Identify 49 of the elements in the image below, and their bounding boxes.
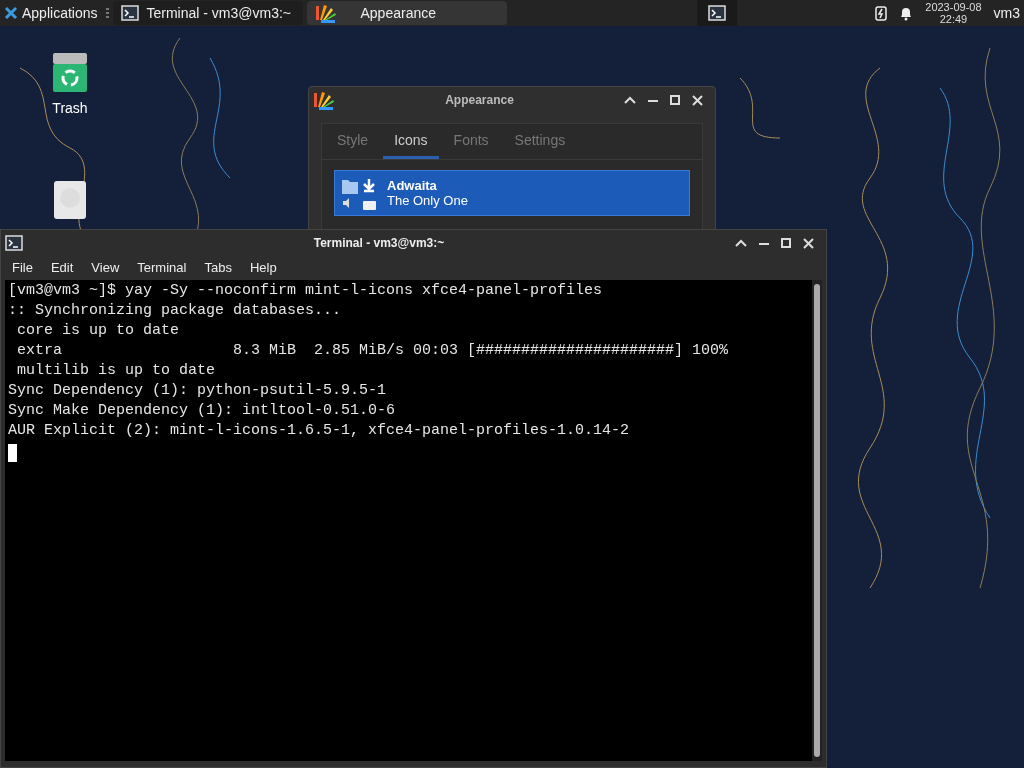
terminal-line: Sync Make Dependency (1): intltool-0.51.0-6 bbox=[8, 401, 396, 421]
taskbar-button[interactable]: Appearance bbox=[306, 1, 507, 25]
theme-name: Adwaita bbox=[387, 178, 438, 193]
menu-item[interactable]: Help bbox=[240, 258, 286, 278]
icon-theme-item[interactable]: Adwaita The Only One bbox=[334, 170, 690, 216]
scrollbar[interactable] bbox=[812, 280, 822, 761]
terminal-line: core is up to date bbox=[16, 321, 180, 341]
roll-up-icon[interactable] bbox=[735, 239, 747, 247]
terminal-line: :: Synchronizing package databases... bbox=[8, 301, 342, 321]
taskbar-button[interactable]: Terminal - vm3@vm3:~ bbox=[112, 1, 303, 25]
xfce-logo-icon bbox=[4, 6, 18, 20]
close-icon[interactable] bbox=[692, 94, 703, 106]
terminal-icon bbox=[120, 5, 139, 21]
palette-icon bbox=[314, 2, 337, 24]
window-title: Terminal - vm3@vm3:~ bbox=[312, 235, 446, 251]
terminal-line: extra 8.3 MiB 2.85 MiB/s 00:03 [######################] 100% bbox=[16, 341, 729, 361]
roll-up-icon[interactable] bbox=[624, 96, 636, 104]
battery-charging-icon[interactable] bbox=[875, 5, 888, 21]
terminal-icon bbox=[5, 235, 23, 251]
terminal-line: Sync Dependency (1): python-psutil-5.9.5-1 bbox=[8, 381, 387, 401]
theme-description: The Only One bbox=[387, 193, 468, 208]
menu-item[interactable]: Edit bbox=[41, 258, 83, 278]
window-title: Appearance bbox=[444, 92, 515, 108]
tab[interactable]: Icons bbox=[383, 124, 439, 159]
menu-item[interactable]: Terminal bbox=[128, 258, 196, 278]
desktop-icon-label: Trash bbox=[52, 99, 88, 118]
clock[interactable]: 2023-09-08 22:49 bbox=[925, 1, 982, 25]
menu-item[interactable]: View bbox=[82, 258, 129, 278]
theme-preview-icon bbox=[341, 176, 379, 210]
applications-menu[interactable]: Applications bbox=[0, 0, 102, 26]
trash-icon[interactable] bbox=[52, 52, 88, 94]
panel-handle-icon bbox=[105, 8, 109, 18]
terminal-line: multilib is up to date bbox=[16, 361, 216, 381]
menu-item[interactable]: File bbox=[3, 258, 42, 278]
drive-icon[interactable] bbox=[53, 180, 87, 220]
terminal-icon bbox=[707, 5, 726, 21]
text-cursor bbox=[8, 444, 17, 462]
minimize-icon[interactable] bbox=[648, 98, 658, 102]
terminal-line: AUR Explicit (2): mint-l-icons-1.6.5-1, xfce4-panel-profiles-1.0.14-2 bbox=[8, 421, 630, 441]
palette-icon bbox=[313, 89, 335, 111]
maximize-icon[interactable] bbox=[670, 95, 680, 105]
close-icon[interactable] bbox=[803, 237, 814, 249]
terminal-line: [vm3@vm3 ~]$ yay -Sy --noconfirm mint-l-icons xfce4-panel-profiles bbox=[8, 281, 603, 301]
user-name[interactable]: vm3 bbox=[993, 3, 1020, 23]
workspace-switcher[interactable] bbox=[696, 0, 737, 26]
minimize-icon[interactable] bbox=[759, 241, 769, 245]
menu-item[interactable]: Tabs bbox=[195, 258, 241, 278]
bell-icon[interactable] bbox=[899, 5, 914, 21]
maximize-icon[interactable] bbox=[781, 238, 791, 248]
